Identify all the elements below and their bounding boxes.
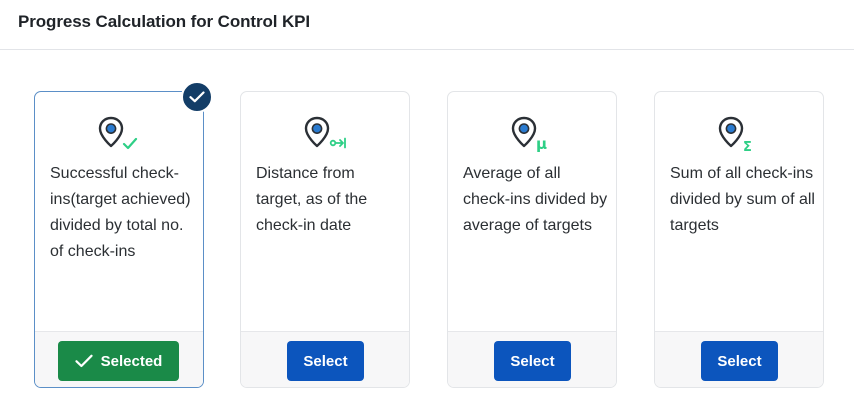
selected-button-label: Selected [100,352,163,370]
check-icon [75,354,93,368]
card-description: Successful check-ins(target achieved) di… [50,165,191,260]
select-button[interactable]: Select [701,341,778,381]
card-description: Distance from target, as of the check-in… [256,165,368,234]
selected-button[interactable]: Selected [58,341,179,381]
option-card-successful-checkins[interactable]: Successful check-ins(target achieved) di… [34,81,213,388]
card-footer: Selected [35,331,203,387]
option-card-distance-from-target[interactable]: Distance from target, as of the check-in… [240,91,410,388]
page-header: Progress Calculation for Control KPI [0,0,854,50]
select-button[interactable]: Select [287,341,364,381]
card-description: Sum of all check-ins divided by sum of a… [670,165,815,234]
location-pin-sigma-icon: Σ [718,116,752,154]
svg-text:μ: μ [536,135,547,153]
select-button[interactable]: Select [494,341,571,381]
card-footer: Select [655,331,823,387]
option-card-sum-of-checkins[interactable]: Σ Sum of all check-ins divided by sum of… [654,91,824,388]
location-pin-mu-icon: μ [511,116,547,153]
svg-text:Σ: Σ [743,140,752,154]
card-description: Average of all check-ins divided by aver… [463,165,608,234]
card-footer: Select [241,331,409,387]
page-title: Progress Calculation for Control KPI [18,12,311,31]
location-pin-distance-icon [304,116,346,149]
option-card-average-of-checkins[interactable]: μ Average of all check-ins divided by av… [447,91,617,388]
card-footer: Select [448,331,616,387]
location-pin-check-icon [98,116,138,150]
